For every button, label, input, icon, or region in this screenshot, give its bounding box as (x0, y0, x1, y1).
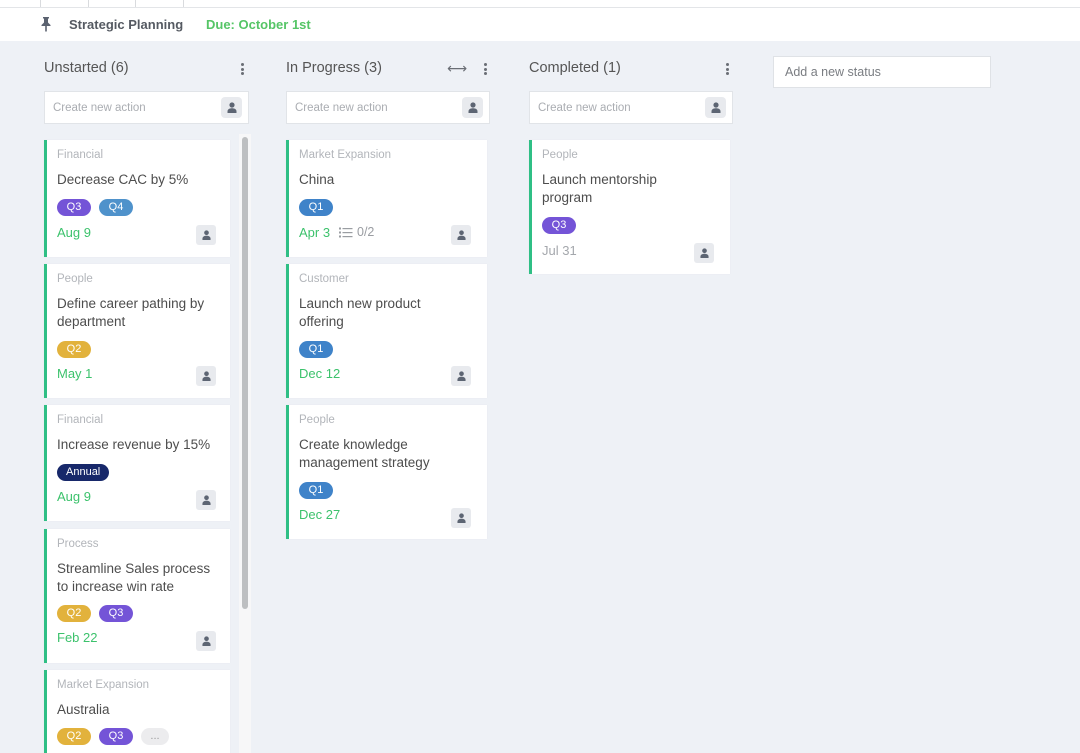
card-assign-button[interactable] (196, 225, 216, 245)
person-icon (456, 371, 466, 381)
top-tab-strip (0, 0, 1080, 8)
action-card[interactable]: People Define career pathing by departme… (44, 264, 230, 398)
card-category: People (299, 414, 335, 426)
card-due-date: Aug 9 (57, 489, 91, 504)
tab-divider (88, 0, 89, 7)
card-due-date: Jul 31 (542, 243, 577, 258)
card-category: Market Expansion (57, 679, 150, 691)
add-status-field[interactable] (774, 65, 990, 79)
card-category: People (542, 149, 578, 161)
column-title: Unstarted (6) (44, 60, 129, 76)
person-icon (201, 636, 211, 646)
card-title: Decrease CAC by 5% (57, 172, 189, 187)
tab-divider (40, 0, 41, 7)
assign-person-button[interactable] (221, 97, 242, 118)
column-title: Completed (1) (529, 60, 621, 76)
assign-person-button[interactable] (705, 97, 726, 118)
scrollbar-thumb[interactable] (242, 137, 248, 609)
person-icon (456, 230, 466, 240)
card-title: Australia (57, 702, 110, 717)
tag-q3: Q3 (99, 728, 133, 745)
create-action-field[interactable] (287, 101, 457, 114)
tag-q4: Q4 (99, 199, 133, 216)
pin-icon[interactable] (40, 16, 52, 32)
card-assign-button[interactable] (451, 366, 471, 386)
tag-q2: Q2 (57, 341, 91, 358)
card-due-date: Dec 27 (299, 507, 341, 522)
card-assign-button[interactable] (196, 366, 216, 386)
tag-q3: Q3 (57, 199, 91, 216)
action-card[interactable]: People Create knowledge management strat… (286, 405, 487, 539)
person-icon (201, 230, 211, 240)
action-card[interactable]: Customer Launch new product offering Q1 … (286, 264, 487, 398)
card-assign-button[interactable] (451, 225, 471, 245)
action-card[interactable]: Financial Increase revenue by 15% Annual… (44, 405, 230, 521)
card-category: People (57, 273, 93, 285)
create-action-input[interactable] (529, 91, 733, 124)
card-category: Financial (57, 149, 104, 161)
expand-horizontal-icon[interactable]: ⟷ (447, 60, 467, 77)
tag-q1: Q1 (299, 199, 333, 216)
card-category: Financial (57, 414, 104, 426)
person-icon (699, 248, 709, 258)
add-status-input[interactable] (773, 56, 991, 88)
tag-annual: Annual (57, 464, 110, 481)
column-title: In Progress (3) (286, 60, 382, 76)
card-title: Define career pathing by department (57, 296, 205, 329)
tab-divider (135, 0, 136, 7)
tab-divider (183, 0, 184, 7)
tag-q2: Q2 (57, 728, 91, 745)
create-action-input[interactable] (44, 91, 249, 124)
person-icon (456, 513, 466, 523)
card-assign-button[interactable] (451, 508, 471, 528)
action-card[interactable]: People Launch mentorship program Q3 Jul … (529, 140, 730, 274)
assign-person-button[interactable] (462, 97, 483, 118)
card-title: Launch new product offering (299, 296, 421, 329)
card-due-date: May 1 (57, 366, 93, 381)
action-card[interactable]: Process Streamline Sales process to incr… (44, 529, 230, 663)
card-title: Increase revenue by 15% (57, 437, 211, 452)
create-action-field[interactable] (45, 101, 215, 114)
column-scrollbar[interactable] (239, 134, 251, 753)
board-header: Strategic Planning Due: October 1st (0, 8, 1080, 41)
card-category: Process (57, 538, 99, 550)
action-card[interactable]: Market Expansion Australia Q2 Q3 ... (44, 670, 230, 753)
card-due-date: Feb 22 (57, 630, 98, 645)
card-assign-button[interactable] (196, 490, 216, 510)
more-tags[interactable]: ... (141, 728, 169, 745)
card-category: Market Expansion (299, 149, 392, 161)
tag-q1: Q1 (299, 482, 333, 499)
person-icon (201, 495, 211, 505)
board-title: Strategic Planning (69, 17, 184, 32)
card-title: Create knowledge management strategy (299, 437, 430, 470)
due-date: Due: October 1st (206, 17, 311, 32)
create-action-field[interactable] (530, 101, 700, 114)
tag-q1: Q1 (299, 341, 333, 358)
card-title: China (299, 172, 335, 187)
kebab-menu-icon[interactable] (726, 63, 730, 77)
subtask-count: 0/2 (339, 225, 374, 239)
card-title: Launch mentorship program (542, 172, 657, 205)
card-assign-button[interactable] (694, 243, 714, 263)
create-action-input[interactable] (286, 91, 490, 124)
action-card[interactable]: Market Expansion China Q1 Apr 3 0/2 (286, 140, 487, 257)
action-card[interactable]: Financial Decrease CAC by 5% Q3 Q4 Aug 9 (44, 140, 230, 257)
kebab-menu-icon[interactable] (241, 63, 245, 77)
card-due-date: Apr 3 (299, 225, 331, 240)
card-due-date: Dec 12 (299, 366, 341, 381)
card-title: Streamline Sales process to increase win… (57, 561, 211, 594)
tag-q3: Q3 (99, 605, 133, 622)
person-icon (201, 371, 211, 381)
subtask-progress: 0/2 (357, 225, 375, 239)
tag-q2: Q2 (57, 605, 91, 622)
checklist-icon (339, 227, 353, 237)
person-icon (711, 102, 720, 113)
card-category: Customer (299, 273, 349, 285)
person-icon (468, 102, 477, 113)
card-assign-button[interactable] (196, 631, 216, 651)
tag-q3: Q3 (542, 217, 576, 234)
kebab-menu-icon[interactable] (484, 63, 488, 77)
person-icon (227, 102, 236, 113)
card-due-date: Aug 9 (57, 225, 91, 240)
